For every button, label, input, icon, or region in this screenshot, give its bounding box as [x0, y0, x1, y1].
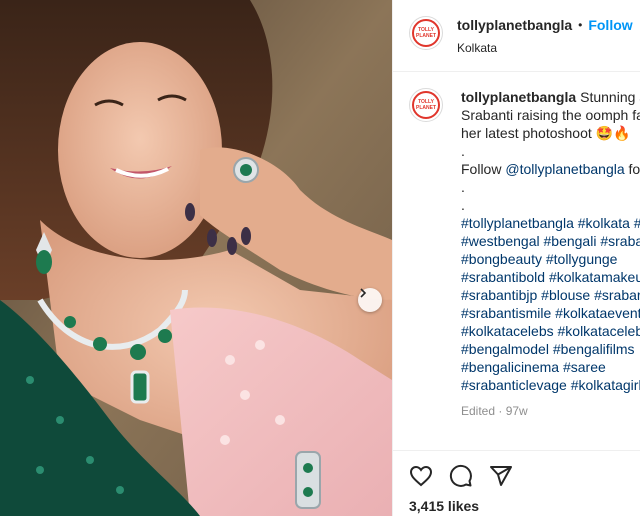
post-header: TOLLY PLANET tollyplanetbangla • Follow …	[393, 0, 640, 72]
caption-mention[interactable]: @tollyplanetbangla	[505, 161, 624, 177]
avatar[interactable]: TOLLY PLANET	[409, 16, 443, 50]
heart-icon[interactable]	[409, 464, 433, 488]
post-photo-illustration	[0, 0, 392, 516]
caption-text-line-7: .	[461, 197, 465, 213]
header-separator: •	[578, 18, 583, 32]
edited-timestamp: Edited · 97w	[461, 404, 528, 418]
caption-avatar-logo-text-2: PLANET	[416, 104, 436, 111]
post-image[interactable]	[0, 0, 392, 516]
post-side-panel: TOLLY PLANET tollyplanetbangla • Follow …	[392, 0, 640, 516]
hashtag-line[interactable]: #bengalmodel #bengalifilms	[461, 340, 640, 358]
post-actions: 3,415 likes	[393, 450, 640, 516]
hashtag-line[interactable]: #westbengal #bengali #sraba	[461, 232, 640, 250]
hashtag-line[interactable]: #tollyplanetbangla #kolkata #	[461, 214, 640, 232]
location-link[interactable]: Kolkata	[457, 41, 633, 55]
comment-icon[interactable]	[449, 464, 473, 488]
next-image-button[interactable]	[358, 288, 382, 312]
hashtag-line[interactable]: #bengalicinema #saree	[461, 358, 640, 376]
caption-avatar-logo: TOLLY PLANET	[412, 91, 440, 119]
caption-avatar[interactable]: TOLLY PLANET	[409, 88, 443, 122]
caption-text-line-3: her latest photoshoot 🤩🔥	[461, 125, 631, 141]
avatar-logo: TOLLY PLANET	[412, 19, 440, 47]
hashtag-line[interactable]: #srabantismile #kolkataevent	[461, 304, 640, 322]
share-icon[interactable]	[489, 464, 513, 488]
caption-text-line-1: Stunning a	[580, 89, 640, 105]
caption: TOLLY PLANET tollyplanetbanglaStunning a…	[393, 72, 640, 450]
caption-username[interactable]: tollyplanetbangla	[461, 89, 576, 105]
caption-follow-prefix: Follow	[461, 161, 506, 177]
hashtag-line[interactable]: #srabanticlevage #kolkatagirl	[461, 376, 640, 394]
caption-text-line-6: .	[461, 179, 465, 195]
caption-follow-suffix: fo	[624, 161, 640, 177]
hashtag-line[interactable]: #srabantibjp #blouse #srabar	[461, 286, 640, 304]
caption-text-line-4: .	[461, 143, 465, 159]
hashtag-line[interactable]: #kolkatacelebs #kolkatacelebi	[461, 322, 640, 340]
follow-button[interactable]: Follow	[588, 17, 632, 33]
hashtag-line[interactable]: #srabantibold #kolkatamakeu	[461, 268, 640, 286]
avatar-logo-text-2: PLANET	[416, 32, 436, 39]
header-username[interactable]: tollyplanetbangla	[457, 17, 572, 33]
hashtag-line[interactable]: #bongbeauty #tollygunge	[461, 250, 640, 268]
caption-text-line-2: Srabanti raising the oomph fa	[461, 107, 640, 123]
likes-count[interactable]: 3,415 likes	[409, 498, 640, 514]
